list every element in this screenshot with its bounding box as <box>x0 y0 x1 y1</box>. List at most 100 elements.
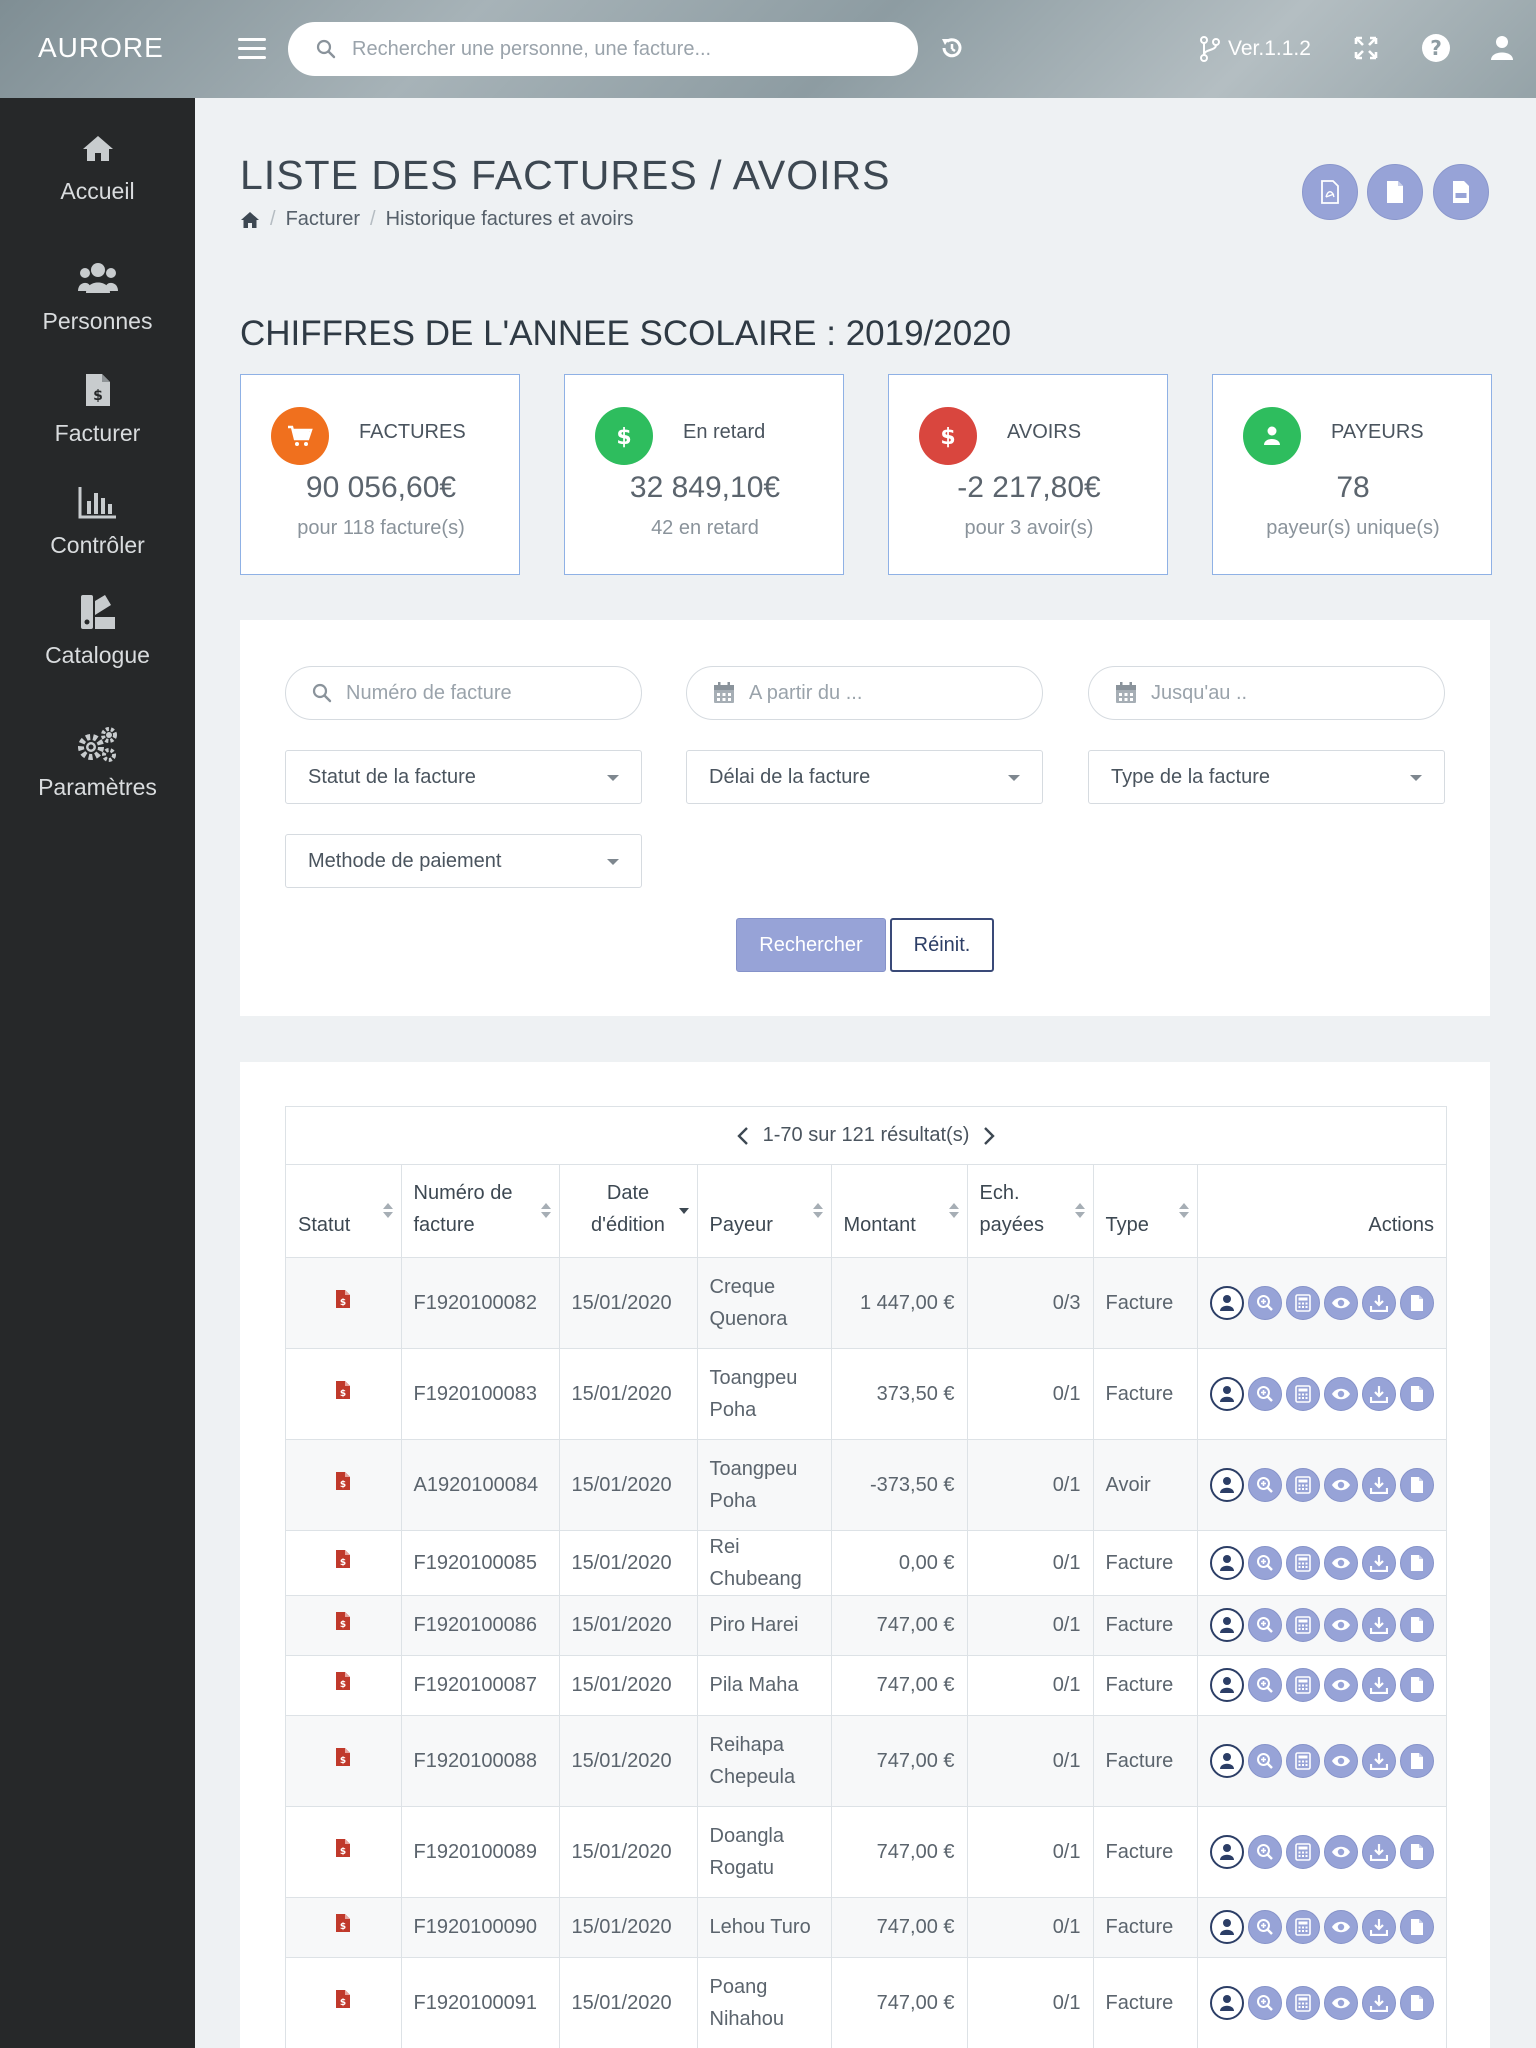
fullscreen-button[interactable] <box>1348 30 1384 66</box>
zoom-invoice-button[interactable] <box>1247 1376 1282 1411</box>
help-button[interactable]: ? <box>1418 30 1454 66</box>
calculate-button[interactable] <box>1285 1376 1320 1411</box>
document-button[interactable] <box>1399 1467 1434 1502</box>
calculate-button[interactable] <box>1285 1285 1320 1320</box>
date-from-input[interactable] <box>749 681 1019 705</box>
document-button[interactable] <box>1399 1985 1434 2020</box>
preview-button[interactable] <box>1323 1910 1358 1944</box>
calculate-button[interactable] <box>1285 1834 1320 1869</box>
document-button[interactable] <box>1399 1910 1434 1944</box>
view-payer-button[interactable] <box>1209 1608 1244 1642</box>
next-page-button[interactable] <box>983 1126 996 1146</box>
table-row[interactable]: $ F1920100086 15/01/2020 Piro Harei 747,… <box>286 1595 1446 1656</box>
invoice-status-icon[interactable]: $ <box>335 1747 351 1767</box>
stat-card-en-retard[interactable]: $ En retard 32 849,10€ 42 en retard <box>564 374 844 575</box>
export-csv-button[interactable] <box>1433 164 1489 220</box>
view-payer-button[interactable] <box>1209 1376 1244 1411</box>
invoice-status-icon[interactable]: $ <box>335 1611 351 1631</box>
download-button[interactable] <box>1361 1743 1396 1778</box>
date-from-filter[interactable] <box>686 666 1043 720</box>
preview-button[interactable] <box>1323 1376 1358 1411</box>
document-button[interactable] <box>1399 1376 1434 1411</box>
invoice-status-icon[interactable]: $ <box>335 1289 351 1309</box>
download-button[interactable] <box>1361 1668 1396 1702</box>
version-button[interactable]: Ver.1.1.2 <box>1198 30 1311 68</box>
table-row[interactable]: $ F1920100088 15/01/2020 Reihapa Chepeul… <box>286 1715 1446 1807</box>
zoom-invoice-button[interactable] <box>1247 1910 1282 1944</box>
download-button[interactable] <box>1361 1834 1396 1869</box>
column-header-type[interactable]: Type <box>1093 1165 1198 1258</box>
download-button[interactable] <box>1361 1910 1396 1944</box>
download-button[interactable] <box>1361 1285 1396 1320</box>
invoice-status-icon[interactable]: $ <box>335 1549 351 1569</box>
download-button[interactable] <box>1361 1545 1396 1580</box>
calculate-button[interactable] <box>1285 1985 1320 2020</box>
search-button[interactable]: Rechercher <box>736 918 886 972</box>
preview-button[interactable] <box>1323 1985 1358 2020</box>
zoom-invoice-button[interactable] <box>1247 1985 1282 2020</box>
column-header-date[interactable]: Date d'édition <box>559 1165 698 1258</box>
zoom-invoice-button[interactable] <box>1247 1467 1282 1502</box>
delay-select[interactable]: Délai de la facture <box>686 750 1043 804</box>
zoom-invoice-button[interactable] <box>1247 1834 1282 1869</box>
sidebar-item-facturer[interactable]: $ Facturer <box>0 370 195 447</box>
zoom-invoice-button[interactable] <box>1247 1545 1282 1580</box>
document-button[interactable] <box>1399 1834 1434 1869</box>
preview-button[interactable] <box>1323 1743 1358 1778</box>
invoice-number-filter[interactable] <box>285 666 642 720</box>
sidebar-item-personnes[interactable]: Personnes <box>0 258 195 335</box>
download-button[interactable] <box>1361 1608 1396 1642</box>
view-payer-button[interactable] <box>1209 1285 1244 1320</box>
stat-card-avoirs[interactable]: $ AVOIRS -2 217,80€ pour 3 avoir(s) <box>888 374 1168 575</box>
view-payer-button[interactable] <box>1209 1467 1244 1502</box>
table-row[interactable]: $ A1920100084 15/01/2020 Toangpeu Poha -… <box>286 1439 1446 1531</box>
sidebar-item-catalogue[interactable]: Catalogue <box>0 592 195 669</box>
invoice-status-icon[interactable]: $ <box>335 1989 351 2009</box>
invoice-status-icon[interactable]: $ <box>335 1471 351 1491</box>
calculate-button[interactable] <box>1285 1608 1320 1642</box>
column-header-montant[interactable]: Montant <box>831 1165 968 1258</box>
sidebar-item-accueil[interactable]: Accueil <box>0 128 195 205</box>
history-button[interactable] <box>934 30 970 66</box>
preview-button[interactable] <box>1323 1545 1358 1580</box>
view-payer-button[interactable] <box>1209 1910 1244 1944</box>
download-button[interactable] <box>1361 1985 1396 2020</box>
export-doc-button[interactable] <box>1367 164 1423 220</box>
view-payer-button[interactable] <box>1209 1668 1244 1702</box>
document-button[interactable] <box>1399 1545 1434 1580</box>
table-row[interactable]: $ F1920100091 15/01/2020 Poang Nihahou 7… <box>286 1957 1446 2048</box>
document-button[interactable] <box>1399 1668 1434 1702</box>
download-button[interactable] <box>1361 1376 1396 1411</box>
column-header-numero[interactable]: Numéro de facture <box>401 1165 560 1258</box>
menu-toggle-button[interactable] <box>238 38 266 60</box>
document-button[interactable] <box>1399 1743 1434 1778</box>
zoom-invoice-button[interactable] <box>1247 1608 1282 1642</box>
stat-card-payeurs[interactable]: PAYEURS 78 payeur(s) unique(s) <box>1212 374 1492 575</box>
status-select[interactable]: Statut de la facture <box>285 750 642 804</box>
brand-logo[interactable]: AURORE <box>38 32 164 64</box>
date-to-input[interactable] <box>1151 681 1421 705</box>
column-header-ech-payees[interactable]: Ech. payées <box>967 1165 1094 1258</box>
global-search-input[interactable] <box>352 37 872 61</box>
table-row[interactable]: $ F1920100083 15/01/2020 Toangpeu Poha 3… <box>286 1348 1446 1440</box>
view-payer-button[interactable] <box>1209 1834 1244 1869</box>
view-payer-button[interactable] <box>1209 1545 1244 1580</box>
column-header-statut[interactable]: Statut <box>286 1165 402 1258</box>
stat-card-factures[interactable]: FACTURES 90 056,60€ pour 118 facture(s) <box>240 374 520 575</box>
previous-page-button[interactable] <box>736 1126 749 1146</box>
breadcrumb-facturer[interactable]: Facturer <box>286 208 360 231</box>
download-button[interactable] <box>1361 1467 1396 1502</box>
payment-method-select[interactable]: Methode de paiement <box>285 834 642 888</box>
document-button[interactable] <box>1399 1285 1434 1320</box>
preview-button[interactable] <box>1323 1285 1358 1320</box>
user-menu-button[interactable] <box>1484 30 1520 66</box>
invoice-number-input[interactable] <box>346 681 616 705</box>
calculate-button[interactable] <box>1285 1910 1320 1944</box>
preview-button[interactable] <box>1323 1834 1358 1869</box>
type-select[interactable]: Type de la facture <box>1088 750 1445 804</box>
table-row[interactable]: $ F1920100082 15/01/2020 Creque Quenora … <box>286 1257 1446 1349</box>
sidebar-item-controler[interactable]: Contrôler <box>0 482 195 559</box>
document-button[interactable] <box>1399 1608 1434 1642</box>
sidebar-item-parametres[interactable]: Paramètres <box>0 724 195 801</box>
zoom-invoice-button[interactable] <box>1247 1668 1282 1702</box>
